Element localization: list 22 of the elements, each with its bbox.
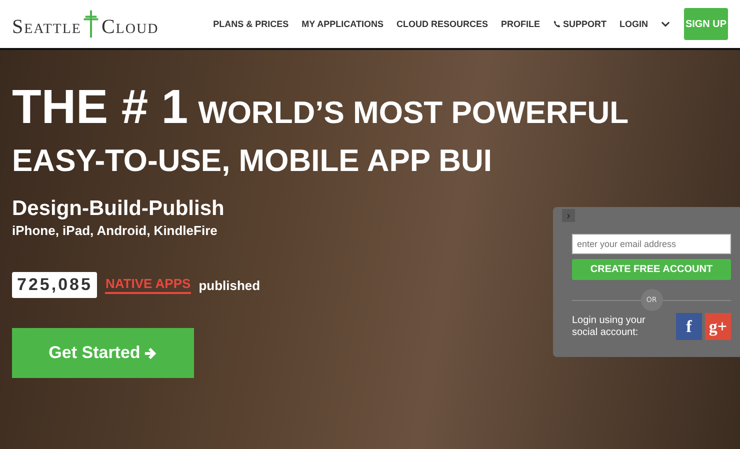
nav-link[interactable]: SUPPORT [552, 19, 606, 29]
headline: THE # 1 [12, 80, 188, 135]
platforms-text: iPhone, iPad, Android, KindleFire [12, 223, 218, 238]
headline: WORLD’S MOST POWERFUL [198, 95, 629, 131]
social-login-text: Login using your social account: [572, 315, 646, 338]
headline: EASY-TO-USE, MOBILE APP BUI [12, 143, 492, 179]
nav-link[interactable]: LOGIN [620, 19, 648, 29]
tower-icon [83, 9, 100, 39]
caret-icon[interactable] [661, 21, 670, 27]
published-text: published [198, 278, 260, 292]
logo[interactable]: Seattle Cloud [12, 9, 159, 39]
nav-link[interactable]: MY APPLICATIONS [302, 19, 384, 29]
nav-link[interactable]: PLANS & PRICES [213, 19, 289, 29]
facebook-button[interactable]: f [676, 313, 702, 340]
nav-link[interactable]: PROFILE [500, 19, 540, 29]
subtitle: Design-Build-Publish [12, 197, 224, 221]
nav-link[interactable]: CLOUD RESOURCES [396, 19, 488, 29]
arrow-icon [144, 346, 158, 360]
google-button[interactable]: g+ [705, 313, 731, 340]
app-counter: 725,085 [12, 272, 98, 298]
email-field[interactable]: enter your email address [572, 234, 731, 254]
phone-icon [552, 20, 561, 28]
